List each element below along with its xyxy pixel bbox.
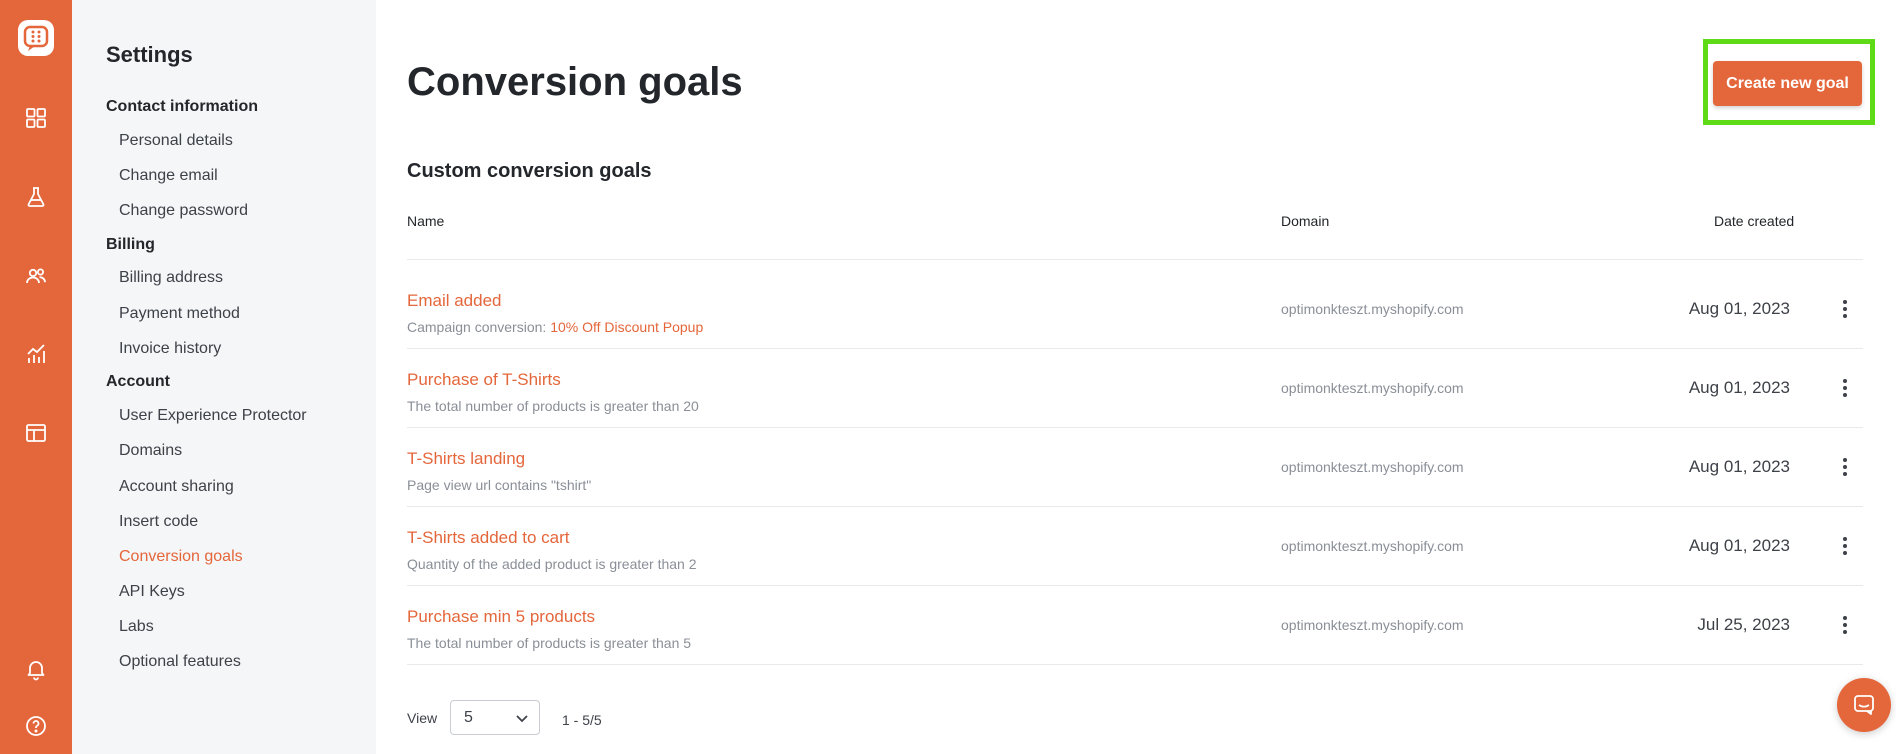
more-options-icon[interactable] (1835, 297, 1855, 321)
more-options-icon[interactable] (1835, 534, 1855, 558)
help-icon[interactable] (24, 714, 48, 738)
goal-date-created: Aug 01, 2023 (1688, 457, 1790, 476)
sidebar-item-domains[interactable]: Domains (119, 442, 182, 460)
goal-date-created: Aug 01, 2023 (1688, 536, 1790, 555)
sidebar-item-change-password[interactable]: Change password (119, 202, 248, 220)
sidebar-item-billing-address[interactable]: Billing address (119, 269, 223, 287)
goal-domain: optimonkteszt.myshopify.com (1281, 617, 1464, 633)
templates-icon[interactable] (24, 421, 48, 445)
sidebar-group-billing: Billing (106, 236, 155, 253)
goal-description: The total number of products is greater … (407, 635, 692, 651)
sidebar-item-optional-features[interactable]: Optional features (119, 653, 241, 671)
campaign-link[interactable]: 10% Off Discount Popup (550, 319, 703, 335)
sidebar-item-account-sharing[interactable]: Account sharing (119, 478, 234, 496)
pagination-range: 1 - 5/5 (562, 712, 602, 728)
more-options-icon[interactable] (1835, 613, 1855, 637)
goal-name-link[interactable]: T-Shirts landing (407, 449, 525, 469)
sidebar-item-change-email[interactable]: Change email (119, 167, 218, 185)
goal-description: Page view url contains "tshirt" (407, 477, 592, 493)
goal-name-link[interactable]: Email added (407, 291, 502, 311)
sidebar-item-conversion-goals[interactable]: Conversion goals (119, 548, 243, 566)
goal-name-link[interactable]: T-Shirts added to cart (407, 528, 570, 548)
dashboard-icon[interactable] (24, 106, 48, 130)
table-row: T-Shirts added to cart Quantity of the a… (407, 507, 1863, 586)
goal-domain: optimonkteszt.myshopify.com (1281, 538, 1464, 554)
more-options-icon[interactable] (1835, 376, 1855, 400)
column-header-date[interactable]: Date created (1714, 213, 1794, 229)
analytics-icon[interactable] (24, 342, 48, 366)
chat-icon[interactable] (1837, 678, 1891, 732)
page-size-select[interactable]: 5 (450, 700, 540, 735)
logo-icon[interactable] (18, 20, 54, 56)
sidebar-item-api-keys[interactable]: API Keys (119, 583, 185, 601)
sidebar-title: Settings (106, 42, 193, 67)
sidebar-item-insert-code[interactable]: Insert code (119, 513, 198, 531)
table-row: Purchase min 5 products The total number… (407, 586, 1863, 665)
goal-description: Quantity of the added product is greater… (407, 556, 697, 572)
goal-description: The total number of products is greater … (407, 398, 699, 414)
flask-icon[interactable] (24, 185, 48, 209)
page-size-value: 5 (464, 709, 473, 726)
goal-domain: optimonkteszt.myshopify.com (1281, 459, 1464, 475)
view-label: View (407, 710, 438, 726)
table-row: T-Shirts landing Page view url contains … (407, 428, 1863, 507)
goal-name-link[interactable]: Purchase of T-Shirts (407, 370, 561, 390)
goal-date-created: Aug 01, 2023 (1688, 299, 1790, 318)
goal-description: Campaign conversion: 10% Off Discount Po… (407, 319, 703, 335)
header-divider (407, 259, 1863, 260)
section-title: Custom conversion goals (407, 160, 652, 182)
users-icon[interactable] (24, 264, 48, 288)
sidebar-item-ux-protector[interactable]: User Experience Protector (119, 407, 307, 425)
left-rail (0, 0, 72, 754)
sidebar-group-account: Account (106, 373, 170, 390)
sidebar-item-labs[interactable]: Labs (119, 618, 154, 636)
goal-domain: optimonkteszt.myshopify.com (1281, 301, 1464, 317)
create-new-goal-button[interactable]: Create new goal (1713, 61, 1862, 106)
goal-description-text: Campaign conversion: (407, 319, 551, 335)
goal-date-created: Aug 01, 2023 (1688, 378, 1790, 397)
chevron-down-icon (515, 712, 529, 724)
page-title: Conversion goals (407, 60, 743, 104)
goal-domain: optimonkteszt.myshopify.com (1281, 380, 1464, 396)
more-options-icon[interactable] (1835, 455, 1855, 479)
sidebar-group-contact: Contact information (106, 98, 258, 115)
goal-date-created: Jul 25, 2023 (1697, 615, 1790, 634)
sidebar-item-payment-method[interactable]: Payment method (119, 305, 240, 323)
sidebar-item-invoice-history[interactable]: Invoice history (119, 340, 221, 358)
bell-icon[interactable] (24, 657, 48, 681)
goal-name-link[interactable]: Purchase min 5 products (407, 607, 595, 627)
table-row: Email added Campaign conversion: 10% Off… (407, 270, 1863, 349)
column-header-name[interactable]: Name (407, 213, 444, 229)
column-header-domain[interactable]: Domain (1281, 213, 1329, 229)
table-row: Purchase of T-Shirts The total number of… (407, 349, 1863, 428)
sidebar-item-personal-details[interactable]: Personal details (119, 132, 233, 150)
settings-sidebar: Settings Contact information Personal de… (72, 0, 376, 754)
